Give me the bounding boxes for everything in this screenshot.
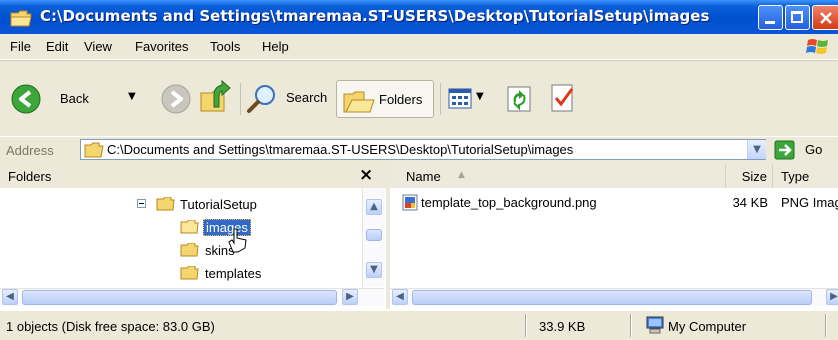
close-button[interactable] [812,5,838,30]
scroll-left-button[interactable]: ◀ [392,289,408,305]
scroll-left-button[interactable]: ◀ [2,289,18,305]
address-input[interactable]: C:\Documents and Settings\tmaremaa.ST-US… [80,139,766,160]
folders-pane-header: Folders × [0,164,386,189]
mouse-cursor-icon [228,228,247,253]
tree-item-tutorialsetup[interactable]: TutorialSetup [180,197,257,212]
search-label: Search [286,90,328,105]
windows-logo-icon [806,39,828,54]
column-type-label: Type [781,169,810,184]
tree-folder-icon [180,220,199,234]
file-type: PNG Image [781,195,838,210]
go-arrow-icon [774,140,795,160]
address-dropdown-button[interactable]: ▼ [747,140,766,159]
file-name: template_top_background.png [421,195,597,210]
scroll-right-button[interactable]: ▶ [826,289,838,305]
menu-file[interactable]: File [10,39,31,54]
sync-icon[interactable] [506,85,532,113]
menu-bar: File Edit View Favorites Tools Help [0,34,838,60]
folders-label: Folders [379,92,423,107]
folders-vscroll-thumb[interactable] [366,229,382,241]
table-row[interactable]: template_top_background.png 34 KB PNG Im… [390,194,838,212]
scroll-right-button[interactable]: ▶ [342,289,358,305]
files-hscroll-thumb[interactable] [412,290,812,305]
folders-vscrollbar[interactable]: ▲ ▼ [362,188,385,287]
scroll-up-button[interactable]: ▲ [366,199,382,215]
search-button[interactable]: Search [246,81,332,117]
maximize-button[interactable] [785,5,810,30]
up-folder-icon[interactable] [198,79,232,115]
column-size-label: Size [741,169,767,184]
folders-pane-close-button[interactable]: × [359,165,373,185]
address-label: Address [6,143,54,158]
file-list-header: Name ▲ Size Type [390,164,838,189]
tree-folder-icon [180,243,199,257]
menu-view[interactable]: View [84,39,112,54]
folders-tree: TutorialSetup images skins templates ▲ ▼… [0,188,386,309]
views-dropdown-icon[interactable]: ▼ [476,91,484,102]
menu-favorites[interactable]: Favorites [135,39,188,54]
folders-icon [343,91,375,113]
column-header-size[interactable]: Size [726,164,773,188]
collapse-toggle[interactable] [137,199,146,208]
status-bar: 1 objects (Disk free space: 83.0 GB) 33.… [0,310,838,340]
files-hscrollbar[interactable]: ◀ ▶ [390,288,838,306]
go-label: Go [805,142,823,157]
tree-folder-icon [180,266,199,280]
go-button[interactable]: Go [772,139,832,161]
views-button[interactable]: ▼ [448,85,492,115]
folders-pane-title: Folders [8,169,52,184]
forward-arrow-icon [161,84,191,114]
title-bar[interactable]: C:\Documents and Settings\tmaremaa.ST-US… [0,0,838,34]
folders-button[interactable]: Folders [336,80,434,118]
tree-item-templates[interactable]: templates [205,266,261,281]
close-icon [820,12,832,24]
address-value: C:\Documents and Settings\tmaremaa.ST-US… [107,142,574,157]
back-label: Back [60,91,89,106]
sort-ascending-icon: ▲ [458,170,465,180]
folder-icon [10,10,32,27]
my-computer-icon [646,316,664,334]
file-list: template_top_background.png 34 KB PNG Im… [390,188,838,309]
views-icon [448,88,472,109]
png-file-icon [402,194,418,211]
back-button[interactable]: Back ▼ [8,83,150,117]
menu-edit[interactable]: Edit [46,39,68,54]
minimize-button[interactable] [758,5,783,30]
back-arrow-icon [11,84,41,114]
window-title: C:\Documents and Settings\tmaremaa.ST-US… [40,7,710,25]
properties-icon[interactable] [550,83,576,113]
menu-help[interactable]: Help [262,39,289,54]
menu-tools[interactable]: Tools [210,39,240,54]
scroll-down-button[interactable]: ▼ [366,262,382,278]
address-folder-icon [84,142,104,158]
column-name-label: Name [406,169,441,184]
column-header-type[interactable]: Type [773,164,838,188]
file-size: 34 KB [732,195,768,210]
status-size: 33.9 KB [539,319,586,334]
folders-hscroll-thumb[interactable] [22,290,337,305]
back-dropdown-icon[interactable]: ▼ [128,91,136,102]
column-header-name[interactable]: Name ▲ [390,164,726,188]
status-zone: My Computer [668,319,747,334]
search-icon [247,85,275,113]
tree-folder-icon [156,197,175,211]
standard-toolbar: Back ▼ ▼ Search Folders [0,60,838,137]
status-objects: 1 objects (Disk free space: 83.0 GB) [6,319,215,334]
folders-hscrollbar[interactable]: ◀ ▶ [0,288,384,306]
